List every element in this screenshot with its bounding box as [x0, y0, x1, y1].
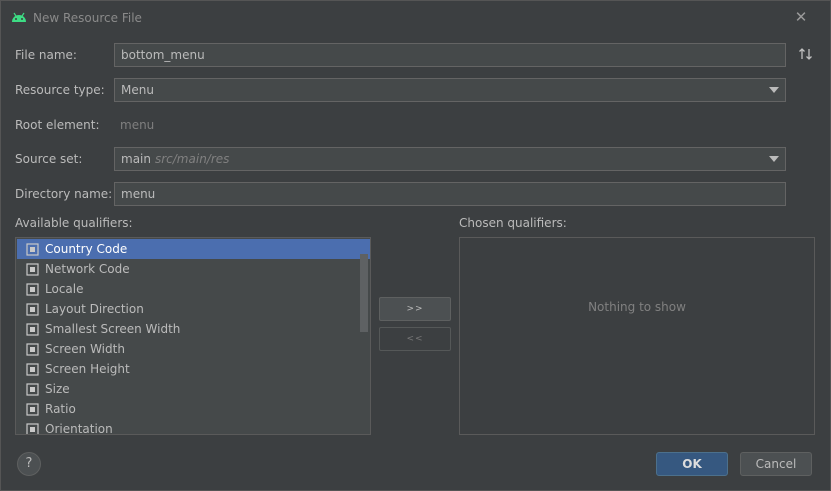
ratio-icon [26, 402, 39, 416]
directory-name-input[interactable]: menu [114, 182, 786, 206]
dialog-title: New Resource File [33, 11, 142, 25]
root-element-label: Root element: [15, 118, 100, 132]
empty-state-text: Nothing to show [588, 300, 686, 314]
chevron-down-icon [769, 87, 779, 93]
list-item[interactable]: Size [17, 379, 370, 399]
list-item-label: Size [45, 382, 70, 396]
directory-name-value: menu [121, 187, 156, 201]
available-qualifiers-list[interactable]: Country Code Network Code Locale Layout Dir… [15, 237, 371, 435]
list-item-label: Smallest Screen Width [45, 322, 181, 336]
source-set-select[interactable]: main src/main/res [114, 147, 786, 171]
list-item-label: Network Code [45, 262, 130, 276]
file-name-value: bottom_menu [121, 48, 205, 62]
list-item-label: Screen Width [45, 342, 125, 356]
list-item-label: Screen Height [45, 362, 130, 376]
file-name-input[interactable]: bottom_menu [114, 43, 786, 67]
scrollbar[interactable] [360, 254, 368, 332]
resource-type-value: Menu [121, 83, 154, 97]
source-set-value: main [121, 152, 151, 166]
list-item[interactable]: Screen Height [17, 359, 370, 379]
list-item-label: Locale [45, 282, 84, 296]
title-bar: New Resource File ✕ [1, 1, 830, 35]
size-icon [26, 382, 39, 396]
list-item-label: Country Code [45, 242, 128, 256]
list-item[interactable]: Orientation [17, 419, 370, 435]
smallest-width-icon [26, 322, 39, 336]
globe-icon [26, 282, 39, 296]
android-icon [12, 12, 26, 22]
list-item[interactable]: Locale [17, 279, 370, 299]
new-resource-file-dialog: New Resource File ✕ File name: bottom_me… [0, 0, 831, 491]
sort-icon[interactable] [798, 46, 814, 62]
root-element-value: menu [120, 118, 155, 132]
add-qualifier-button[interactable]: >> [379, 297, 451, 321]
chosen-qualifiers-list: Nothing to show [459, 237, 815, 435]
screen-width-icon [26, 342, 39, 356]
screen-height-icon [26, 362, 39, 376]
ok-button[interactable]: OK [656, 452, 728, 476]
directory-name-label: Directory name: [15, 187, 113, 201]
network-code-icon [26, 262, 39, 276]
source-set-hint: src/main/res [154, 152, 230, 166]
resource-type-select[interactable]: Menu [114, 78, 786, 102]
list-item-label: Ratio [45, 402, 76, 416]
list-item[interactable]: Screen Width [17, 339, 370, 359]
list-item[interactable]: Network Code [17, 259, 370, 279]
list-item-label: Orientation [45, 422, 113, 435]
chosen-qualifiers-label: Chosen qualifiers: [459, 216, 567, 230]
list-item[interactable]: Layout Direction [17, 299, 370, 319]
country-code-icon [26, 242, 39, 256]
list-item-label: Layout Direction [45, 302, 144, 316]
help-button[interactable]: ? [17, 452, 41, 476]
available-qualifiers-label: Available qualifiers: [15, 216, 133, 230]
orientation-icon [26, 422, 39, 434]
list-item[interactable]: Smallest Screen Width [17, 319, 370, 339]
remove-qualifier-button[interactable]: << [379, 327, 451, 351]
close-icon[interactable]: ✕ [794, 10, 808, 25]
file-name-label: File name: [15, 48, 77, 62]
source-set-label: Source set: [15, 152, 83, 166]
layout-direction-icon [26, 302, 39, 316]
resource-type-label: Resource type: [15, 83, 105, 97]
list-item[interactable]: Country Code [17, 239, 370, 259]
list-item[interactable]: Ratio [17, 399, 370, 419]
cancel-button[interactable]: Cancel [740, 452, 812, 476]
chevron-down-icon [769, 156, 779, 162]
